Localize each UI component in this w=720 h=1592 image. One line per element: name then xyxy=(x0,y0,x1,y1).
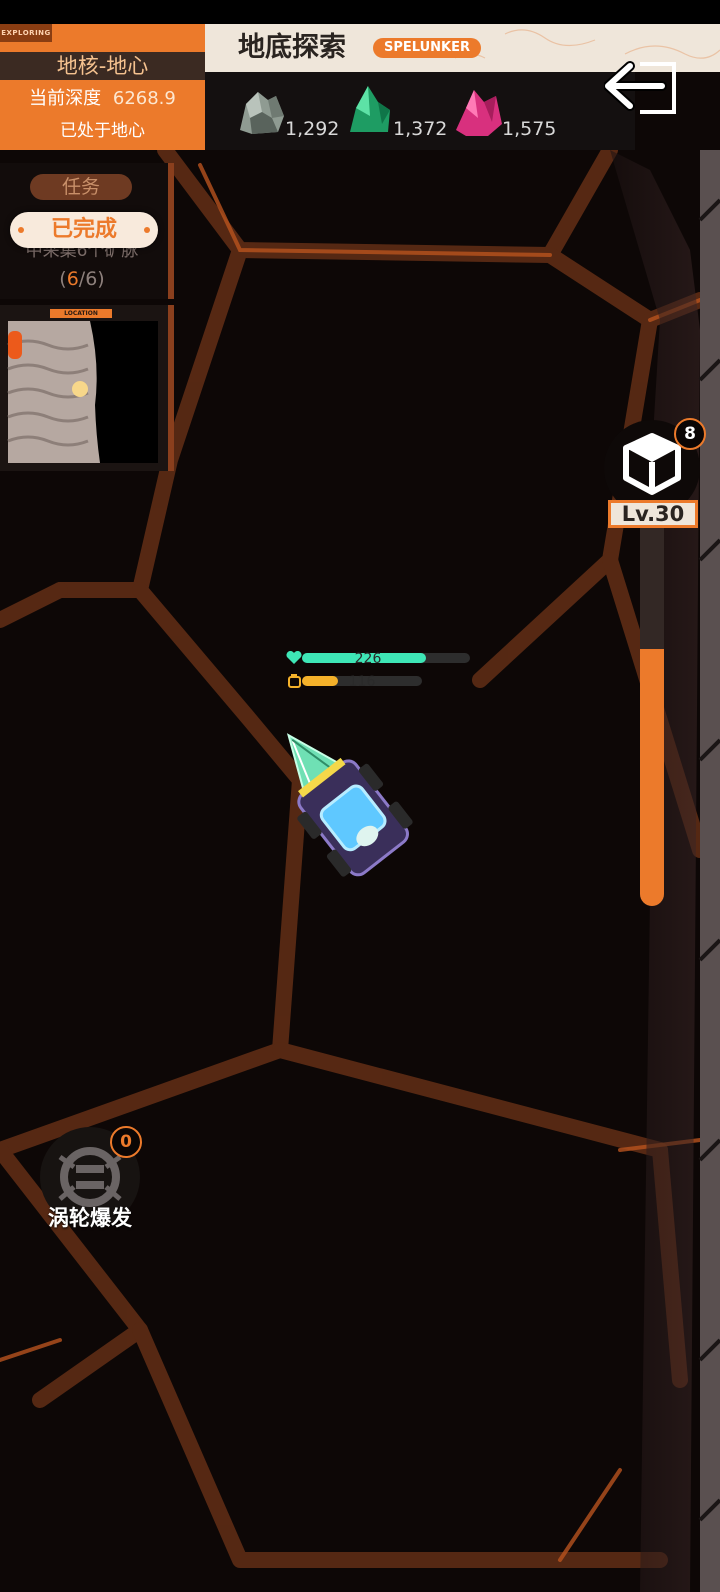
minimap-label: LOCATION xyxy=(50,309,112,318)
depth-label: 当前深度 xyxy=(29,88,102,109)
quest-completed-label: 已完成 xyxy=(50,217,117,242)
turbo-skill-count: 0 xyxy=(110,1126,142,1158)
back-arrow-icon xyxy=(603,61,676,114)
quest-title: 任务 xyxy=(30,174,132,200)
gray-ore-count: 1,292 xyxy=(285,118,340,140)
drill-level: Lv.30 xyxy=(608,500,698,528)
quest-progress-total: 6 xyxy=(85,268,98,290)
quest-progress-current: 6 xyxy=(66,268,79,290)
minimap[interactable] xyxy=(0,305,174,471)
quest-progress: (6/6) xyxy=(59,268,105,290)
title-badge: SPELUNKER xyxy=(373,38,481,58)
hp-value: 226 xyxy=(354,651,382,667)
minimap-view xyxy=(7,321,158,463)
exploring-tag: EXPLORING xyxy=(0,24,52,42)
green-crystal-count: 1,372 xyxy=(393,118,448,140)
depth-row: 当前深度 6268.9 xyxy=(0,84,205,114)
back-button[interactable] xyxy=(603,52,690,120)
depth-gauge-fill xyxy=(640,649,664,906)
fuel-value: 116 xyxy=(348,674,376,690)
gray-ore-icon xyxy=(240,92,284,134)
drill-vehicle xyxy=(286,733,413,877)
game-title: 地底探索 xyxy=(238,32,346,63)
green-crystal-icon xyxy=(350,86,390,132)
game-scene: EXPLORING 地核-地心 当前深度 6268.9 已处于地心 地底探索 S… xyxy=(0,0,720,1592)
pink-crystal-count: 1,575 xyxy=(502,118,557,140)
drill-upgrade-count: 8 xyxy=(674,418,706,450)
system-status-bar xyxy=(0,0,720,24)
completed-dot-left xyxy=(18,227,24,233)
quest-completed-badge[interactable]: 已完成 xyxy=(10,212,158,248)
completed-dot-right xyxy=(144,227,150,233)
depth-value: 6268.9 xyxy=(112,88,176,109)
location-status: 已处于地心 xyxy=(60,121,145,141)
zone-name: 地核-地心 xyxy=(56,54,149,78)
turbo-skill-label: 涡轮爆发 xyxy=(48,1206,132,1230)
pink-crystal-icon xyxy=(456,90,502,136)
